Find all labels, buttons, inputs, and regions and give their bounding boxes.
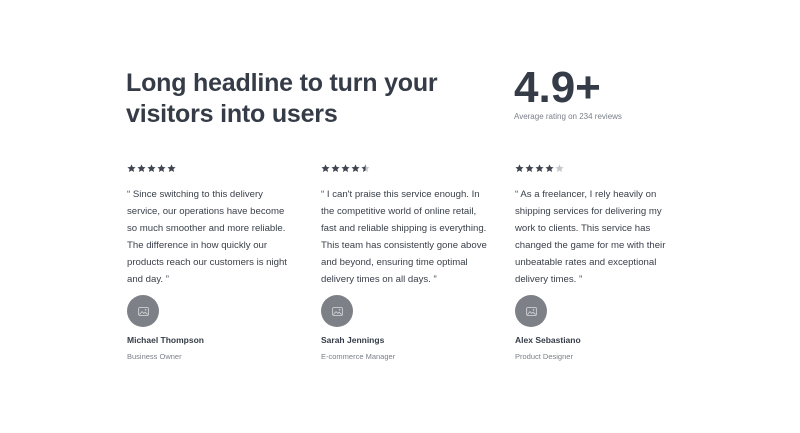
testimonial-card: “ I can't praise this service enough. In…	[321, 162, 511, 361]
star-filled-icon	[137, 163, 146, 172]
reviewer-role: Product Designer	[515, 352, 573, 361]
rating-value: 4.9+	[514, 63, 601, 112]
star-rating	[321, 162, 511, 174]
star-rating	[515, 162, 705, 174]
image-placeholder-icon	[331, 306, 343, 316]
star-filled-icon	[321, 163, 330, 172]
testimonial-quote: “ As a freelancer, I rely heavily on shi…	[515, 189, 666, 285]
star-filled-icon	[535, 163, 544, 172]
star-filled-icon	[167, 163, 176, 172]
rating-caption: Average rating on 234 reviews	[514, 112, 622, 121]
star-filled-icon	[351, 163, 360, 172]
rating-summary: 4.9+ Average rating on 234 reviews	[514, 64, 622, 122]
avatar	[127, 295, 159, 327]
star-filled-icon	[157, 163, 166, 172]
star-filled-icon	[341, 163, 350, 172]
testimonial-quote: “ Since switching to this delivery servi…	[127, 189, 287, 285]
star-filled-icon	[525, 163, 534, 172]
avatar	[515, 295, 547, 327]
star-half-icon	[361, 163, 370, 172]
testimonial-card: “ Since switching to this delivery servi…	[127, 162, 317, 361]
avatar	[321, 295, 353, 327]
star-filled-icon	[545, 163, 554, 172]
star-filled-icon	[147, 163, 156, 172]
reviewer-name: Michael Thompson	[127, 335, 204, 345]
reviewer-name: Alex Sebastiano	[515, 335, 581, 345]
reviewer-name: Sarah Jennings	[321, 335, 385, 345]
testimonial-card: “ As a freelancer, I rely heavily on shi…	[515, 162, 705, 361]
headline: Long headline to turn your visitors into…	[126, 69, 438, 128]
reviewer-role: E-commerce Manager	[321, 352, 396, 361]
image-placeholder-icon	[137, 306, 149, 316]
star-filled-icon	[127, 163, 136, 172]
reviewer-role: Business Owner	[127, 352, 182, 361]
star-filled-icon	[515, 163, 524, 172]
star-filled-icon	[331, 163, 340, 172]
star-rating	[127, 162, 317, 174]
testimonial-quote: “ I can't praise this service enough. In…	[321, 189, 487, 285]
star-empty-icon	[555, 163, 564, 172]
image-placeholder-icon	[525, 306, 537, 316]
